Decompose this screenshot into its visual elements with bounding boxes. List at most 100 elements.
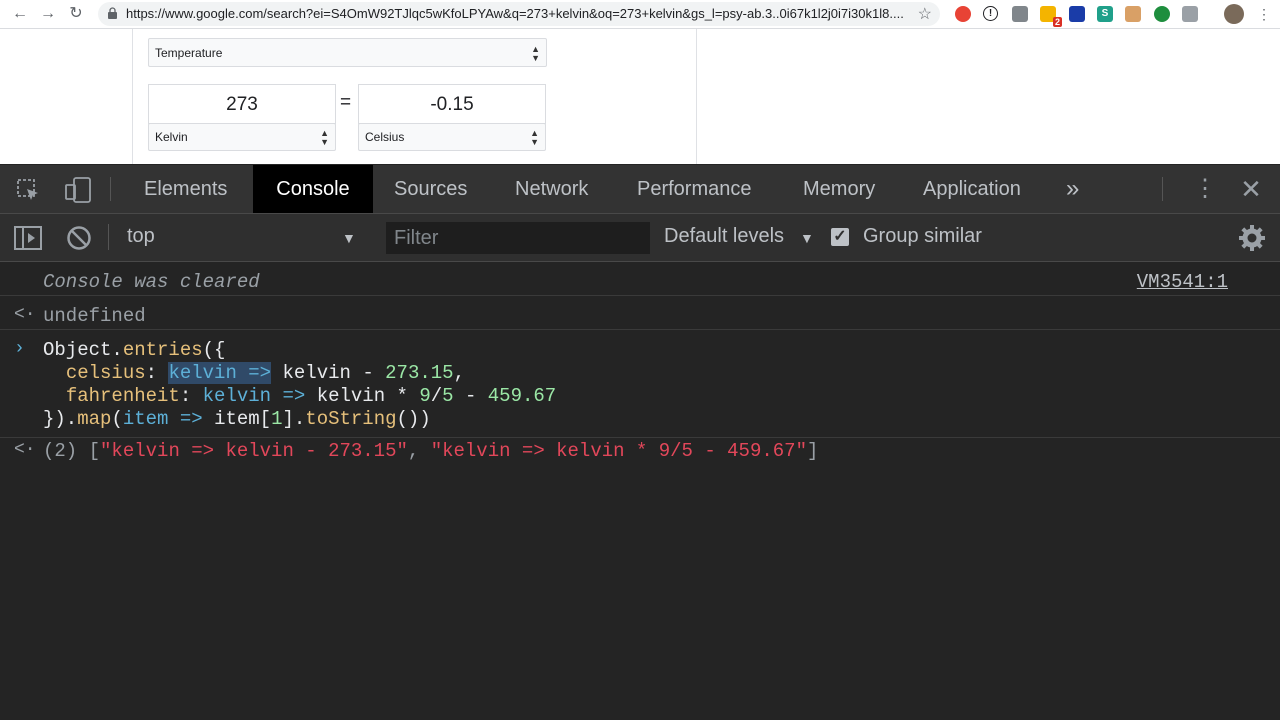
toolbar-divider [110,177,111,201]
close-devtools-icon[interactable]: ✕ [1239,175,1263,203]
code-token: kelvin [202,385,272,407]
code-token: / [430,385,443,407]
tab-elements[interactable]: Elements [124,165,247,213]
code-token: toString [305,408,397,430]
bookmark-star-icon[interactable]: ☆ [918,4,932,24]
browser-toolbar: ← → ↻ https://www.google.com/search?ei=S… [0,0,1280,29]
tab-application[interactable]: Application [903,165,1041,213]
console-toolbar: top ▼ Default levels ▼ ✓ Group similar [0,214,1280,262]
flag-extension-icon[interactable] [1069,6,1085,22]
dropdown-arrow-icon: ▼ [342,230,356,246]
filter-input[interactable] [386,222,650,254]
chrome-extension-icon[interactable] [955,6,971,22]
code-token: kelvin [168,362,237,384]
console-settings-gear-icon[interactable] [1238,224,1266,252]
array-result: (2) ["kelvin => kelvin - 273.15", "kelvi… [43,440,818,462]
tab-performance[interactable]: Performance [617,165,772,213]
code-token: }). [43,408,78,430]
extension-badge: 2 [1052,17,1062,27]
code-token: ( [111,408,123,430]
camera-extension-icon[interactable] [1012,6,1028,22]
more-tabs-button[interactable]: » [1054,165,1091,213]
code-token: item [122,408,169,430]
result-value: undefined [43,305,146,327]
code-token: ({ [202,339,226,361]
context-value: top [127,225,155,247]
group-similar-label: Group similar [863,225,982,247]
code-token: [ [77,440,101,462]
code-token: kelvin [316,385,386,407]
s-extension-icon[interactable]: S [1097,6,1113,22]
clear-console-icon[interactable] [66,225,92,251]
from-value-input[interactable]: 273 [148,84,336,124]
select-arrows-icon: ▲ ▼ [530,128,539,147]
inspect-element-icon[interactable] [16,178,40,202]
forward-button[interactable]: → [38,4,58,24]
code-token: : [145,362,169,384]
code-token: , [407,440,431,462]
info-extension-icon[interactable]: ! [983,6,998,21]
green-extension-icon[interactable] [1154,6,1170,22]
context-selector[interactable]: top ▼ [118,214,368,261]
lock-icon [108,7,117,19]
code-token: - [453,385,488,407]
from-unit-select[interactable]: Kelvin ▲ ▼ [148,123,336,151]
source-link[interactable]: VM3541:1 [1137,271,1228,293]
code-token: - [350,362,386,384]
chrome-menu-icon[interactable]: ⋮ [1254,4,1274,24]
code-token: ] [806,440,819,462]
code-token: , [453,362,465,384]
text-selection: kelvin => [168,362,272,384]
log-levels-label: Default levels [664,225,785,247]
array-item: "kelvin => kelvin * 9/5 - 459.67" [430,440,807,462]
console-result-undefined: <· undefined [0,296,1280,330]
device-toolbar-icon[interactable] [64,176,92,204]
console-output: Console was cleared VM3541:1 <· undefine… [0,262,1280,720]
url-text: https://www.google.com/search?ei=S4OmW92… [126,6,904,21]
code-token: : [179,385,203,407]
tab-network[interactable]: Network [495,165,608,213]
log-levels-dropdown[interactable]: Default levels ▼ [656,214,816,261]
to-value-input[interactable]: -0.15 [358,84,546,124]
toolbar-divider [108,224,109,250]
unit-type-value: Temperature [155,46,223,60]
console-result-array[interactable]: <· (2) ["kelvin => kelvin - 273.15", "ke… [0,438,1280,468]
array-count: (2) [43,440,78,462]
code-token: entries [122,339,203,361]
gray-extension-icon[interactable] [1182,6,1198,22]
unit-converter-panel: Temperature ▲ ▼ 273 Kelvin ▲ ▼ = -0.15 Cel… [132,29,697,164]
code-token: => [168,408,215,430]
back-button[interactable]: ← [10,4,30,24]
puzzle-extension-icon[interactable] [1125,6,1141,22]
code-token: 273.15 [385,362,454,384]
address-bar[interactable]: https://www.google.com/search?ei=S4OmW92… [98,2,940,26]
select-arrows-icon: ▲ ▼ [320,128,329,147]
profile-avatar[interactable] [1224,4,1244,24]
to-unit-select[interactable]: Celsius ▲ ▼ [358,123,546,151]
code-token: => [271,385,317,407]
console-input-entry[interactable]: › Object.entries({ celsius: kelvin => ke… [0,330,1280,438]
to-unit-value: Celsius [365,130,405,144]
devtools-tab-bar: Elements Console Sources Network Perform… [0,165,1280,214]
code-token: ]. [282,408,306,430]
tab-sources[interactable]: Sources [374,165,487,213]
console-cleared-text: Console was cleared [43,271,260,293]
extension-with-badge-icon[interactable]: 2 [1040,6,1062,27]
tab-console[interactable]: Console [253,165,373,213]
code-token: ()) [396,408,431,430]
code-token: map [77,408,112,430]
select-arrows-icon: ▲ ▼ [531,44,540,63]
show-sidebar-icon[interactable] [14,226,42,250]
from-unit-value: Kelvin [155,130,188,144]
console-filter[interactable] [386,222,650,254]
code-token: . [111,339,123,361]
group-similar-checkbox[interactable]: ✓ [831,228,849,246]
dropdown-arrow-icon: ▼ [800,230,814,246]
devtools-menu-icon[interactable]: ⋮ [1193,175,1217,203]
tab-memory[interactable]: Memory [783,165,895,213]
code-token: => [236,362,272,384]
reload-button[interactable]: ↻ [66,4,86,24]
unit-type-select[interactable]: Temperature ▲ ▼ [148,38,547,67]
result-arrow-icon: <· [14,440,36,460]
